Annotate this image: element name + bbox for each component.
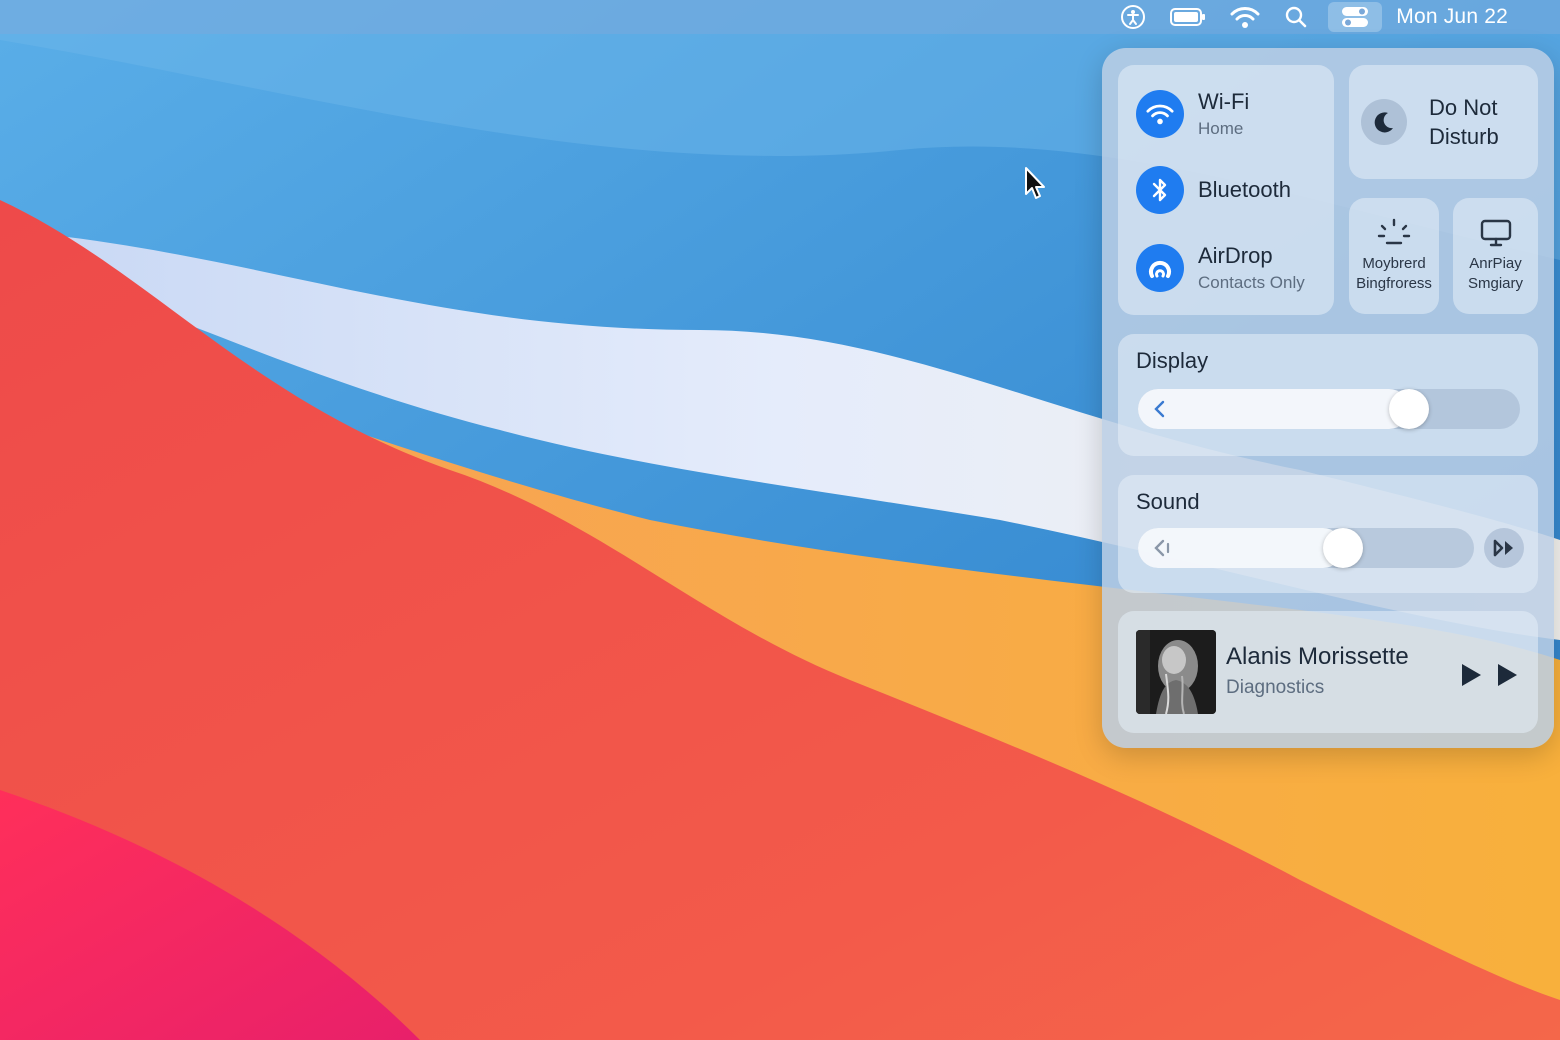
next-track-icon[interactable] (1494, 661, 1520, 689)
wifi-network-name: Home (1198, 119, 1244, 138)
sound-tile: Sound (1118, 475, 1538, 593)
accessibility-icon[interactable] (1120, 0, 1146, 34)
search-icon[interactable] (1284, 0, 1308, 34)
airplay-label-line2: Smgiary (1467, 275, 1523, 292)
menu-clock[interactable]: Mon Jun 22 (1396, 0, 1508, 34)
display-icon (1480, 219, 1511, 247)
display-tile: Display (1118, 334, 1538, 456)
volume-slider[interactable] (1138, 528, 1474, 568)
airdrop-title: AirDrop (1198, 243, 1273, 268)
display-slider-fill (1138, 389, 1410, 429)
now-playing-artist: Alanis Morissette (1226, 643, 1409, 670)
display-brightness-slider[interactable] (1138, 389, 1520, 429)
airdrop-status: Contacts Only (1198, 273, 1305, 292)
dnd-label-line2: Disturb (1429, 124, 1499, 149)
mouse-cursor (1025, 167, 1045, 199)
dnd-label-line1: Do Not (1429, 95, 1498, 120)
brightness-icon (1154, 400, 1165, 418)
menu-bar: Mon Jun 22 (0, 0, 1560, 34)
wifi-icon[interactable] (1136, 90, 1184, 138)
volume-slider-knob[interactable] (1322, 528, 1363, 568)
moon-icon (1361, 99, 1407, 145)
wifi-icon[interactable] (1230, 0, 1260, 34)
keyboard-brightness-label-line2: Bingfroress (1356, 275, 1432, 292)
display-slider-knob[interactable] (1389, 389, 1430, 429)
keyboard-brightness-label-line1: Moybrerd (1362, 255, 1426, 272)
do-not-disturb-tile[interactable]: Do Not Disturb (1349, 65, 1538, 179)
control-center-icon[interactable] (1328, 2, 1383, 32)
keyboard-brightness-icon (1377, 218, 1411, 245)
now-playing-tile: Alanis Morissette Diagnostics (1118, 611, 1538, 733)
album-art[interactable] (1136, 630, 1216, 714)
control-center-panel: Wi-Fi Home Bluetooth AirDrop Contacts On… (1102, 48, 1554, 748)
airdrop-toggle[interactable]: AirDrop Contacts Only (1136, 243, 1305, 293)
battery-icon[interactable] (1170, 0, 1206, 34)
airplay-audio-icon (1493, 539, 1513, 557)
network-tile: Wi-Fi Home Bluetooth AirDrop Contacts On… (1118, 65, 1334, 315)
now-playing-title: Diagnostics (1226, 677, 1325, 698)
airplay-display-tile[interactable]: AnrPiay Smgiary (1453, 198, 1538, 314)
display-title: Display (1136, 348, 1209, 373)
bluetooth-title: Bluetooth (1198, 177, 1291, 202)
speaker-icon (1154, 539, 1170, 557)
airplay-audio-button[interactable] (1484, 528, 1524, 568)
airplay-label-line1: AnrPiay (1469, 255, 1522, 272)
bluetooth-toggle[interactable]: Bluetooth (1136, 166, 1291, 214)
sound-title: Sound (1136, 489, 1200, 514)
wifi-toggle[interactable]: Wi-Fi Home (1136, 89, 1249, 139)
keyboard-brightness-tile[interactable]: Moybrerd Bingfroress (1349, 198, 1439, 314)
airdrop-icon[interactable] (1136, 244, 1184, 292)
wifi-title: Wi-Fi (1198, 89, 1250, 114)
play-icon[interactable] (1458, 661, 1484, 689)
bluetooth-icon[interactable] (1136, 166, 1184, 214)
